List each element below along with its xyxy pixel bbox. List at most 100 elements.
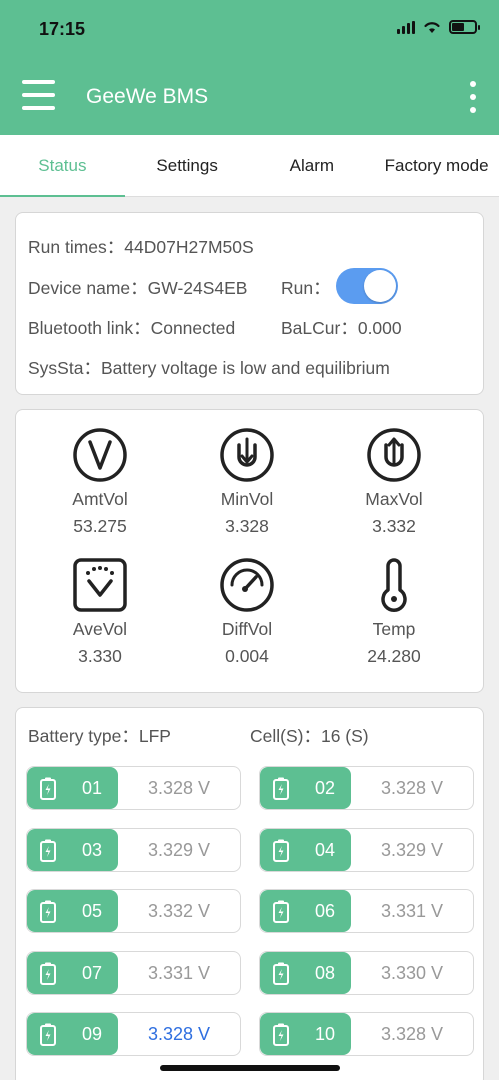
stat-value: 24.280 <box>367 646 421 666</box>
battery-cell-icon <box>40 1023 56 1046</box>
tab-factory-mode[interactable]: Factory mode <box>374 135 499 196</box>
cell-number: 10 <box>315 1024 336 1044</box>
cell-tile: 05 3.332 V <box>26 889 241 933</box>
cell-tile: 06 3.331 V <box>259 889 474 933</box>
run-toggle[interactable] <box>336 268 398 304</box>
stat-value: 3.332 <box>372 516 416 536</box>
stat-amtvol: AmtVol 53.275 <box>25 427 175 537</box>
cells-card: Battery type：LFP Cell(S)：16 (S) 01 3.328 … <box>15 707 484 1080</box>
status-icons <box>397 20 480 34</box>
cell-badge: 05 <box>27 890 118 932</box>
cell-number: 09 <box>82 1024 103 1044</box>
cell-tile: 07 3.331 V <box>26 950 241 995</box>
cell-voltage: 3.328 V <box>147 778 211 798</box>
cell-count: Cell(S)：16 (S) <box>250 726 369 746</box>
cell-badge: 07 <box>27 951 118 994</box>
stat-avevol: AveVol 3.330 <box>25 557 175 667</box>
cell-number: 06 <box>315 901 336 921</box>
cell-voltage: 3.331 V <box>380 901 444 921</box>
battery-cell-icon <box>40 962 56 985</box>
cell-number: 04 <box>315 839 336 860</box>
toggle-knob <box>364 270 396 302</box>
cell-number: 08 <box>315 962 336 983</box>
cell-voltage: 3.329 V <box>147 839 211 860</box>
run-times: Run times：44D07H27M50S <box>28 237 254 257</box>
cell-voltage: 3.332 V <box>147 901 211 921</box>
cell-voltage: 3.331 V <box>147 962 211 983</box>
balance-current: BaLCur：0.000 <box>281 318 402 338</box>
up-arrow-icon <box>367 428 421 482</box>
cell-badge: 03 <box>27 828 118 871</box>
stat-diffvol: DiffVol 0.004 <box>172 557 322 667</box>
cell-voltage: 3.328 V <box>380 1024 444 1044</box>
stat-value: 53.275 <box>73 516 127 536</box>
bluetooth-link: Bluetooth link：Connected <box>28 318 236 338</box>
battery-cell-icon <box>273 777 289 800</box>
cell-tile: 08 3.330 V <box>259 950 474 995</box>
status-time: 17:15 <box>39 19 86 39</box>
app-title: GeeWe BMS <box>86 85 209 108</box>
cell-voltage: 3.329 V <box>380 839 444 860</box>
cell-badge: 09 <box>27 1013 118 1055</box>
cell-tile: 04 3.329 V <box>259 827 474 872</box>
stat-value: 3.330 <box>78 646 122 666</box>
status-bar: 17:15 <box>0 0 499 60</box>
tab-alarm[interactable]: Alarm <box>250 135 375 196</box>
wifi-icon <box>424 22 440 33</box>
info-card: Run times：44D07H27M50S Device name：GW-24… <box>15 212 484 395</box>
battery-cell-icon <box>40 777 56 800</box>
cell-badge: 08 <box>260 951 351 994</box>
stat-minvol: MinVol 3.328 <box>172 427 322 537</box>
device-name: Device name：GW-24S4EB <box>28 278 248 298</box>
tab-bar: Status Settings Alarm Factory mode <box>0 135 499 197</box>
cell-voltage: 3.328 V <box>380 778 444 798</box>
cell-voltage: 3.330 V <box>380 962 444 983</box>
tab-status[interactable]: Status <box>0 135 125 197</box>
cell-number: 01 <box>82 778 103 798</box>
menu-icon[interactable] <box>22 80 55 110</box>
stat-label: DiffVol <box>221 619 273 639</box>
tab-settings[interactable]: Settings <box>125 135 250 196</box>
cell-voltage: 3.328 V <box>147 1024 211 1044</box>
app-bar: GeeWe BMS <box>0 60 499 135</box>
cell-number: 07 <box>82 962 103 983</box>
battery-cell-icon <box>273 962 289 985</box>
battery-cell-icon <box>40 839 56 862</box>
stat-value: 3.328 <box>225 516 269 536</box>
stat-value: 0.004 <box>225 646 269 666</box>
stat-label: Temp <box>372 619 416 639</box>
cell-tile: 09 3.328 V <box>26 1012 241 1056</box>
more-options-icon[interactable] <box>469 81 477 113</box>
gauge-icon <box>220 558 274 612</box>
cell-badge: 04 <box>260 828 351 871</box>
battery-cell-icon <box>40 900 56 923</box>
battery-icon <box>449 20 480 34</box>
cell-tile: 03 3.329 V <box>26 827 241 872</box>
system-status: SysSta：Battery voltage is low and equili… <box>28 358 390 378</box>
battery-cell-icon <box>273 900 289 923</box>
cell-badge: 02 <box>260 767 351 809</box>
stat-label: AveVol <box>72 619 128 639</box>
meter-icon <box>73 558 127 612</box>
signal-icon <box>397 20 415 34</box>
stat-label: MaxVol <box>365 489 423 509</box>
thermometer-icon <box>381 558 407 612</box>
home-indicator <box>160 1065 340 1071</box>
battery-cell-icon <box>273 839 289 862</box>
battery-cell-icon <box>273 1023 289 1046</box>
cell-badge: 06 <box>260 890 351 932</box>
stat-label: MinVol <box>220 489 274 509</box>
cell-tile: 02 3.328 V <box>259 766 474 810</box>
cell-tile: 01 3.328 V <box>26 766 241 810</box>
voltage-icon <box>73 428 127 482</box>
run-label: Run： <box>281 278 331 298</box>
stat-maxvol: MaxVol 3.332 <box>319 427 469 537</box>
cell-number: 05 <box>82 901 103 921</box>
cell-badge: 10 <box>260 1013 351 1055</box>
stat-temp: Temp 24.280 <box>319 557 469 667</box>
cell-tile: 10 3.328 V <box>259 1012 474 1056</box>
stats-card: AmtVol 53.275 MinVol 3.328 MaxVol 3.332 … <box>15 409 484 693</box>
stat-label: AmtVol <box>72 489 128 509</box>
down-arrow-icon <box>220 428 274 482</box>
cell-number: 03 <box>82 839 103 860</box>
